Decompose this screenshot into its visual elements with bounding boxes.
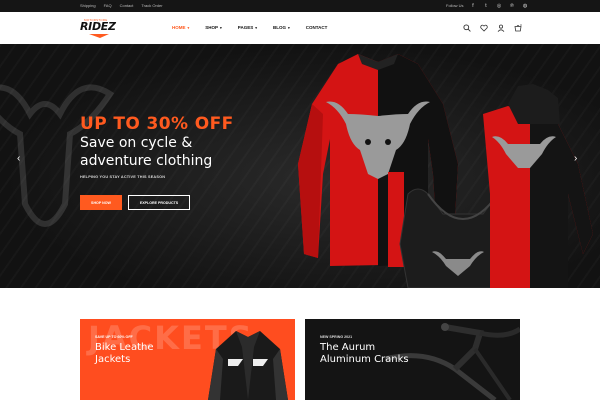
chevron-down-icon: ▾	[220, 26, 222, 30]
search-icon[interactable]	[462, 23, 472, 33]
shop-now-button[interactable]: SHOP NOW	[80, 195, 122, 210]
header-actions: 0	[462, 23, 523, 33]
top-utility-bar: Shipping FAQ Contact Track Order Follow …	[0, 0, 600, 12]
social-links: f t ◎ ℗ ◍	[469, 2, 529, 10]
promo-card-title-line1: The Aurum	[320, 342, 376, 353]
nav-blog-label: BLOG	[272, 25, 286, 30]
promo-card-title-line2: Aluminum Cranks	[320, 354, 409, 365]
chevron-down-icon: ▾	[187, 26, 190, 30]
twitter-icon[interactable]: t	[482, 2, 490, 10]
facebook-icon[interactable]: f	[469, 2, 477, 10]
hero-headline-line2: adventure clothing	[80, 153, 213, 169]
link-contact[interactable]: Contact	[120, 3, 134, 9]
explore-products-button[interactable]: EXPLORE PRODUCTS	[128, 195, 190, 210]
nav-home-label: HOME	[172, 25, 186, 30]
instagram-icon[interactable]: ◎	[495, 2, 503, 10]
promo-card-cranks[interactable]: NEW SPRING 2021 The Aurum Aluminum Crank…	[305, 319, 520, 400]
follow-us-label: Follow Us	[446, 3, 464, 8]
promo-card-title: The Aurum Aluminum Cranks	[320, 342, 415, 366]
nav-pages-label: PAGES	[237, 25, 254, 30]
main-nav: HOME ▾ SHOP ▾ PAGES ▾ BLOG ▾ CONTACT	[172, 25, 343, 31]
nav-pages[interactable]: PAGES ▾	[238, 25, 257, 31]
hero-headline-line1: Save on cycle &	[80, 135, 193, 151]
hero-kicker: UP TO 30% OFF	[80, 114, 234, 134]
chevron-down-icon: ▾	[255, 26, 257, 30]
hero-subtitle: HELPING YOU STAY ACTIVE THIS SEASON	[80, 175, 166, 179]
site-logo[interactable]: MOTORSTORE RIDEZ	[80, 18, 120, 40]
promo-card-title-line1: Bike Leathe	[95, 342, 154, 353]
promo-card-eyebrow: NEW SPRING 2021	[320, 335, 353, 339]
nav-contact[interactable]: CONTACT	[306, 25, 328, 31]
dribbble-icon[interactable]: ◍	[521, 2, 529, 10]
logo-wordmark: RIDEZ	[80, 20, 116, 33]
hero-slider: ‹ › UP TO 30% OFF Save on cycle & advent…	[0, 44, 600, 288]
jacket-image	[208, 331, 288, 400]
cart-count-badge: 0	[520, 23, 522, 27]
hero-product-image	[298, 54, 593, 288]
link-faq[interactable]: FAQ	[104, 3, 112, 9]
promo-card-title-line2: Jackets	[95, 354, 131, 365]
nav-home[interactable]: HOME ▾	[172, 25, 189, 31]
chevron-down-icon: ▾	[287, 26, 290, 30]
slider-prev-arrow-icon[interactable]: ‹	[17, 154, 20, 164]
nav-blog[interactable]: BLOG ▾	[273, 25, 290, 31]
hero-headline: Save on cycle & adventure clothing	[80, 134, 280, 170]
pinterest-icon[interactable]: ℗	[508, 2, 516, 10]
link-track-order[interactable]: Track Order	[141, 3, 162, 9]
main-header: MOTORSTORE RIDEZ HOME ▾ SHOP ▾ PAGES ▾ B…	[0, 12, 600, 44]
nav-shop-label: SHOP	[205, 25, 219, 30]
promo-card-eyebrow: SAVE UP TO 60% OFF	[95, 335, 133, 339]
promo-card-jackets[interactable]: JACKETS SAVE UP TO 60% OFF Bike Leathe J…	[80, 319, 295, 400]
slider-next-arrow-icon[interactable]: ›	[574, 154, 577, 164]
logo-swoosh-icon	[89, 34, 109, 38]
nav-contact-label: CONTACT	[305, 25, 328, 30]
cart-icon[interactable]: 0	[513, 23, 523, 33]
promo-card-title: Bike Leathe Jackets	[95, 342, 190, 366]
heart-icon[interactable]	[479, 23, 489, 33]
top-links: Shipping FAQ Contact Track Order	[80, 3, 163, 9]
user-icon[interactable]	[496, 23, 506, 33]
link-shipping[interactable]: Shipping	[80, 3, 96, 9]
nav-shop[interactable]: SHOP ▾	[205, 25, 222, 31]
